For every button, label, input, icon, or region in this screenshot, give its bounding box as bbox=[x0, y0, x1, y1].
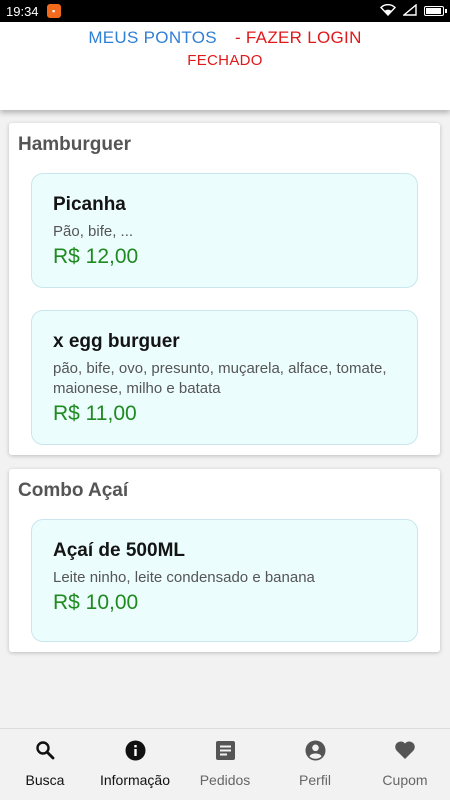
menu-section-hamburguer: Hamburguer Picanha Pão, bife, ... R$ 12,… bbox=[9, 123, 440, 455]
item-name: Açaí de 500ML bbox=[53, 540, 185, 561]
login-link[interactable]: - FAZER LOGIN bbox=[235, 28, 362, 47]
item-price: R$ 10,00 bbox=[53, 591, 139, 614]
battery-icon bbox=[424, 6, 447, 16]
store-status-badge: FECHADO bbox=[187, 52, 263, 69]
item-description: Pão, bife, ... bbox=[53, 223, 134, 240]
item-price: R$ 12,00 bbox=[53, 245, 139, 268]
nav-item-pedidos[interactable]: Pedidos bbox=[180, 729, 270, 800]
nav-item-busca[interactable]: Busca bbox=[0, 729, 90, 800]
my-points-link[interactable]: MEUS PONTOS bbox=[88, 28, 217, 47]
item-price: R$ 11,00 bbox=[53, 402, 137, 425]
heart-icon bbox=[394, 739, 416, 761]
menu-item-card[interactable]: Açaí de 500ML Leite ninho, leite condens… bbox=[31, 519, 418, 642]
menu-item-card[interactable]: x egg burguer pão, bife, ovo, presunto, … bbox=[31, 310, 418, 445]
menu-section-combo-acai: Combo Açaí Açaí de 500ML Leite ninho, le… bbox=[9, 469, 440, 652]
menu-item-card[interactable]: Picanha Pão, bife, ... R$ 12,00 bbox=[31, 173, 418, 288]
orders-icon bbox=[214, 739, 236, 761]
nav-label: Busca bbox=[25, 772, 65, 788]
section-title: Hamburguer bbox=[18, 134, 131, 155]
bottom-navigation: Busca Informação Pedidos Perfil Cupom bbox=[0, 728, 450, 800]
nav-label: Pedidos bbox=[199, 772, 251, 788]
signal-icon bbox=[402, 3, 417, 19]
section-title: Combo Açaí bbox=[18, 480, 129, 501]
store-header: MEUS PONTOS - FAZER LOGIN FECHADO bbox=[0, 22, 450, 110]
app-notification-icon: ▪ bbox=[46, 4, 61, 18]
nav-item-perfil[interactable]: Perfil bbox=[270, 729, 360, 800]
nav-label: Informação bbox=[99, 772, 171, 788]
search-icon bbox=[34, 739, 56, 761]
item-description: pão, bife, ovo, presunto, muçarela, alfa… bbox=[53, 360, 387, 397]
menu-list[interactable]: Hamburguer Picanha Pão, bife, ... R$ 12,… bbox=[0, 110, 450, 728]
item-description: Leite ninho, leite condensado e banana bbox=[53, 569, 315, 586]
item-name: Picanha bbox=[53, 194, 126, 215]
item-name: x egg burguer bbox=[53, 331, 180, 352]
wifi-icon bbox=[380, 3, 396, 19]
nav-label: Cupom bbox=[382, 772, 428, 788]
nav-item-informacao[interactable]: Informação bbox=[90, 729, 180, 800]
nav-item-cupom[interactable]: Cupom bbox=[360, 729, 450, 800]
nav-label: Perfil bbox=[299, 772, 331, 788]
status-bar: 19:34 ▪ bbox=[0, 0, 450, 22]
status-time: 19:34 bbox=[6, 3, 39, 19]
profile-icon bbox=[304, 739, 326, 761]
info-icon bbox=[124, 739, 146, 761]
